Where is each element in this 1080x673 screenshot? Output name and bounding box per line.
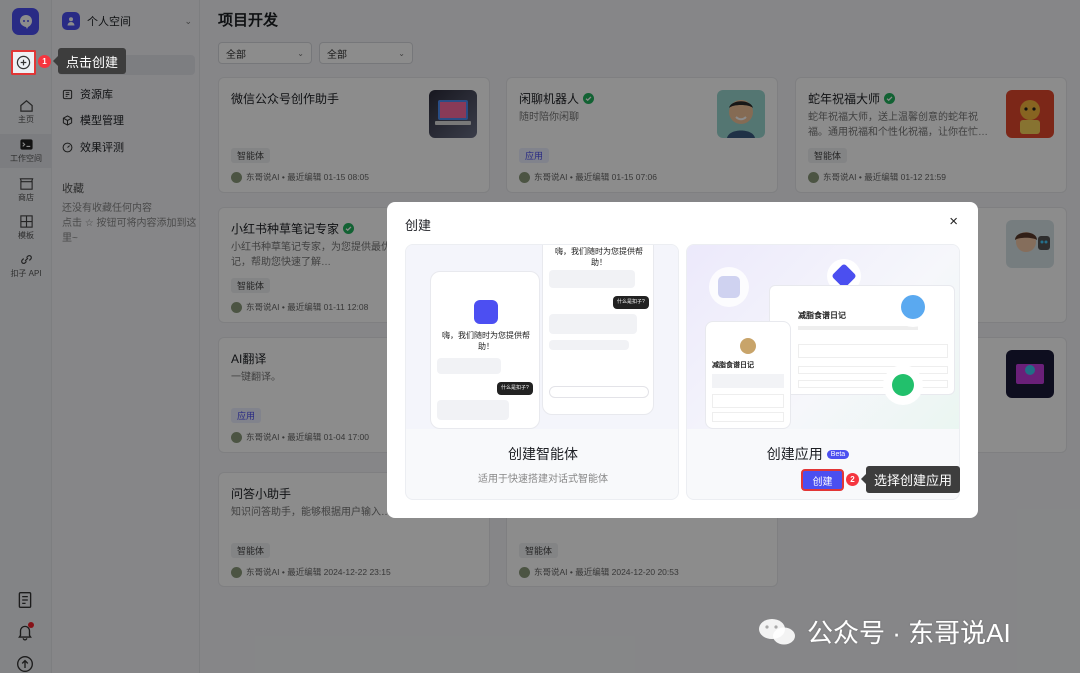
- illustration-heading: 减脂食谱日记: [798, 311, 846, 320]
- app-option-title: 创建应用 Beta: [687, 444, 945, 464]
- illustration-greeting: 嗨，我们随时为您提供帮助！: [555, 247, 643, 267]
- chat-bubble: [549, 340, 629, 350]
- illustration-heading: 减脂食谱日记: [712, 362, 754, 369]
- create-app-option[interactable]: 减脂食谱日记 减脂食谱日记 创建应用 Beta 创建: [686, 244, 960, 500]
- chat-bubble: 什么是扣子?: [613, 296, 649, 309]
- agent-option-title: 创建智能体: [508, 446, 578, 462]
- illustration-greeting: 嗨，我们随时为您提供帮助！: [442, 331, 530, 351]
- wechat-icon: [759, 618, 795, 644]
- agent-option-desc: 适用于快速搭建对话式智能体: [478, 474, 608, 485]
- step-badge: 1: [38, 55, 51, 68]
- phone-mockup: 嗨，我们随时为您提供帮助！ 什么是扣子?: [430, 271, 540, 429]
- document-icon: [718, 276, 740, 298]
- share-node-icon: [883, 365, 923, 405]
- phone-mockup: 嗨，我们随时为您提供帮助！ 什么是扣子?: [542, 245, 654, 415]
- app-illustration: 减脂食谱日记 减脂食谱日记: [687, 245, 959, 429]
- agent-illustration: 嗨，我们随时为您提供帮助！ 什么是扣子? 嗨，我们随时为您提供帮助！ 什么是扣子…: [406, 245, 678, 429]
- step-badge: 2: [846, 473, 859, 486]
- chat-input-mock: [549, 386, 649, 398]
- beta-badge: Beta: [826, 449, 850, 459]
- create-agent-option[interactable]: 嗨，我们随时为您提供帮助！ 什么是扣子? 嗨，我们随时为您提供帮助！ 什么是扣子…: [405, 244, 679, 500]
- watermark-text: 公众号 · 东哥说AI: [807, 618, 1011, 648]
- app-option-title-text: 创建应用: [766, 446, 823, 462]
- chat-bubble: 什么是扣子?: [497, 382, 533, 395]
- coze-logo-icon: [474, 300, 498, 324]
- close-icon[interactable]: ×: [949, 213, 958, 230]
- chat-bubble: [437, 358, 501, 374]
- step2-tooltip: 选择创建应用: [860, 466, 961, 493]
- chat-bubble: [549, 314, 637, 334]
- create-app-button[interactable]: 创建: [801, 469, 844, 491]
- create-plus-button-highlight[interactable]: [11, 50, 36, 75]
- chat-bubble: [437, 400, 509, 420]
- phone-mockup: 减脂食谱日记: [705, 321, 791, 429]
- chat-bubble: [549, 270, 635, 288]
- step1-tooltip: 点击创建: [52, 48, 127, 74]
- modal-title: 创建: [405, 218, 432, 233]
- plus-circle-icon: [16, 55, 31, 70]
- watermark: 公众号 · 东哥说AI: [757, 613, 1011, 650]
- palette-icon: [893, 287, 933, 327]
